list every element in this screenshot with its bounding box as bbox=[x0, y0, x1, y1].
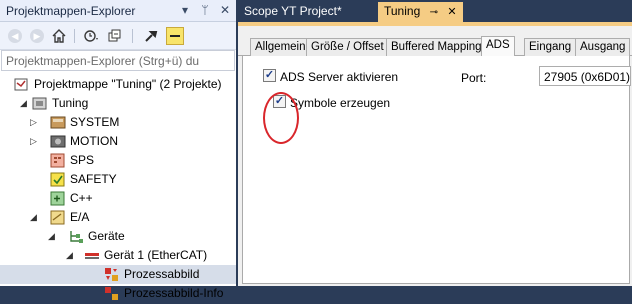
tree-item-solution[interactable]: Projektmappe "Tuning" (2 Projekte) bbox=[0, 75, 236, 94]
tree-item-process-image-info[interactable]: Prozessabbild-Info bbox=[0, 284, 236, 303]
back-icon[interactable]: ◀ bbox=[8, 29, 22, 43]
doc-tab-label: Scope YT Project* bbox=[244, 4, 342, 18]
io-icon bbox=[50, 210, 66, 225]
pin-icon[interactable]: ᛘ bbox=[198, 3, 212, 17]
solution-icon bbox=[14, 77, 30, 92]
tree-item-safety[interactable]: SAFETY bbox=[0, 170, 236, 189]
property-tabs: Allgemein Größe / Offset Buffered Mappin… bbox=[238, 36, 632, 57]
ads-server-label: ADS Server aktivieren bbox=[280, 70, 399, 84]
tree-item-label: Prozessabbild-Info bbox=[124, 286, 224, 300]
tree-item-tuning[interactable]: ◢ Tuning bbox=[0, 94, 236, 113]
tree-item-cpp[interactable]: C++ bbox=[0, 189, 236, 208]
tree-item-process-image[interactable]: Prozessabbild bbox=[0, 265, 236, 284]
tree-item-label: C++ bbox=[70, 191, 93, 205]
tree-item-motion[interactable]: ▷ MOTION bbox=[0, 132, 236, 151]
tab-ads[interactable]: ADS bbox=[481, 36, 515, 57]
cpp-icon bbox=[50, 191, 66, 206]
tree-item-label: SAFETY bbox=[70, 172, 117, 186]
tree-item-label: Geräte bbox=[88, 229, 125, 243]
devices-icon bbox=[68, 229, 84, 244]
tab-eingang[interactable]: Eingang bbox=[524, 38, 577, 56]
tab-ausgang[interactable]: Ausgang bbox=[575, 38, 631, 56]
toolbar-separator bbox=[132, 29, 133, 43]
expanded-icon[interactable]: ◢ bbox=[66, 249, 76, 261]
solution-explorer-pane: Projektmappen-Explorer ▾ ᛘ ✕ ◀ ▶ Projekt… bbox=[0, 0, 236, 300]
ethercat-icon bbox=[84, 248, 100, 263]
tree-item-label: Projektmappe "Tuning" (2 Projekte) bbox=[34, 77, 222, 91]
expanded-icon[interactable]: ◢ bbox=[20, 97, 30, 109]
expanded-icon[interactable]: ◢ bbox=[30, 211, 40, 223]
tree-item-label: E/A bbox=[70, 210, 90, 224]
tree-item-io[interactable]: ◢ E/A bbox=[0, 208, 236, 227]
document-area: Scope YT Project* Tuning ⊸ ✕ Allgemein G… bbox=[238, 0, 632, 286]
tree-item-device-1[interactable]: ◢ Gerät 1 (EtherCAT) bbox=[0, 246, 236, 265]
tab-allgemein[interactable]: Allgemein bbox=[250, 38, 311, 56]
tree-item-sps[interactable]: SPS bbox=[0, 151, 236, 170]
properties-icon[interactable] bbox=[142, 27, 160, 45]
tree-item-label: Tuning bbox=[52, 96, 89, 110]
collapsed-icon[interactable]: ▷ bbox=[30, 135, 40, 147]
explorer-toolbar: ◀ ▶ bbox=[0, 22, 236, 50]
dropdown-icon[interactable]: ▾ bbox=[178, 3, 192, 17]
tab-buffered-mapping[interactable]: Buffered Mapping bbox=[386, 38, 487, 56]
tree-item-devices[interactable]: ◢ Geräte bbox=[0, 227, 236, 246]
ads-server-checkbox[interactable]: ✓ bbox=[263, 69, 276, 82]
doc-tab-tuning[interactable]: Tuning ⊸ ✕ bbox=[378, 2, 463, 22]
tree-item-system[interactable]: ▷ SYSTEM bbox=[0, 113, 236, 132]
document-tabs: Scope YT Project* Tuning ⊸ ✕ bbox=[238, 0, 632, 22]
tree-item-label: MOTION bbox=[70, 134, 118, 148]
toolbar-separator bbox=[74, 29, 75, 43]
home-icon[interactable] bbox=[50, 27, 68, 45]
system-icon bbox=[50, 115, 66, 130]
tuning-editor: Allgemein Größe / Offset Buffered Mappin… bbox=[238, 26, 632, 286]
highlight-circle bbox=[263, 92, 299, 144]
tree-item-label: SYSTEM bbox=[70, 115, 120, 129]
tree-item-label: Prozessabbild bbox=[124, 267, 200, 281]
process-image-icon bbox=[104, 286, 120, 301]
doc-tab-scope[interactable]: Scope YT Project* bbox=[238, 2, 348, 22]
tree-item-label: Gerät 1 (EtherCAT) bbox=[104, 248, 208, 262]
search-input[interactable]: Projektmappen-Explorer (Strg+ü) du bbox=[1, 50, 235, 71]
port-label: Port: bbox=[461, 71, 487, 85]
sync-icon[interactable] bbox=[82, 27, 100, 45]
close-icon[interactable]: ✕ bbox=[218, 3, 232, 17]
expanded-icon[interactable]: ◢ bbox=[48, 230, 58, 242]
safety-icon bbox=[50, 172, 66, 187]
port-field[interactable]: 27905 (0x6D01) bbox=[539, 66, 631, 86]
tree-item-label: SPS bbox=[70, 153, 95, 167]
collapsed-icon[interactable]: ▷ bbox=[30, 116, 40, 128]
motion-icon bbox=[50, 134, 66, 149]
solution-tree: Projektmappe "Tuning" (2 Projekte) ◢ Tun… bbox=[0, 73, 236, 300]
forward-icon[interactable]: ▶ bbox=[30, 29, 44, 43]
doc-tab-label: Tuning bbox=[384, 4, 421, 18]
ads-settings-panel: ✓ ADS Server aktivieren ✓ Symbole erzeug… bbox=[242, 56, 631, 284]
twincat-project-icon bbox=[32, 96, 48, 111]
close-icon[interactable]: ✕ bbox=[447, 6, 456, 18]
pin-toggle-icon[interactable] bbox=[166, 27, 184, 45]
pane-title: Projektmappen-Explorer bbox=[6, 4, 136, 18]
tab-groesse-offset[interactable]: Größe / Offset bbox=[306, 38, 389, 56]
plc-icon bbox=[50, 153, 66, 168]
symbols-label: Symbole erzeugen bbox=[290, 96, 391, 110]
pin-icon[interactable]: ⊸ bbox=[430, 7, 438, 18]
process-image-icon bbox=[104, 267, 120, 282]
solution-explorer-titlebar: Projektmappen-Explorer ▾ ᛘ ✕ bbox=[0, 0, 236, 22]
collapse-icon[interactable] bbox=[106, 27, 124, 45]
